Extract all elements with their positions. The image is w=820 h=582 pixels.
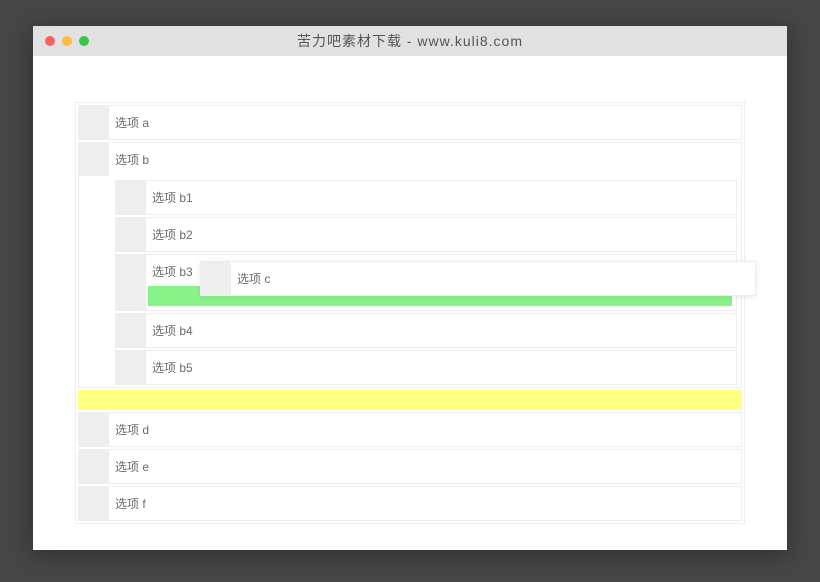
list-item-label: 选项 e xyxy=(109,450,741,483)
drag-handle-icon[interactable] xyxy=(79,106,109,139)
dragging-item[interactable]: 选项 c xyxy=(200,261,756,296)
drag-handle-icon[interactable] xyxy=(116,351,146,384)
list-item-label: 选项 b1 xyxy=(146,181,736,214)
window-controls xyxy=(45,36,89,46)
drag-handle-icon[interactable] xyxy=(201,262,231,295)
list-item-label: 选项 c xyxy=(231,262,755,295)
list-item[interactable]: 选项 b1 xyxy=(115,180,737,215)
list-item[interactable]: 选项 b4 xyxy=(115,313,737,348)
titlebar: 苦力吧素材下载 - www.kuli8.com xyxy=(33,26,787,56)
list-item[interactable]: 选项 a xyxy=(78,105,742,140)
list-item[interactable]: 选项 b5 xyxy=(115,350,737,385)
drag-handle-icon[interactable] xyxy=(79,487,109,520)
maximize-icon[interactable] xyxy=(79,36,89,46)
drag-handle-icon[interactable] xyxy=(116,255,146,310)
drag-handle-icon[interactable] xyxy=(116,181,146,214)
list-item-label: 选项 b5 xyxy=(146,351,736,384)
window-title: 苦力吧素材下载 - www.kuli8.com xyxy=(33,31,787,51)
list-item[interactable]: 选项 d xyxy=(78,412,742,447)
drag-handle-icon[interactable] xyxy=(79,450,109,483)
close-icon[interactable] xyxy=(45,36,55,46)
list-item[interactable]: 选项 e xyxy=(78,449,742,484)
list-item[interactable]: 选项 f xyxy=(78,486,742,521)
list-item-label: 选项 d xyxy=(109,413,741,446)
list-item[interactable]: 选项 b2 xyxy=(115,217,737,252)
list-item-label: 选项 a xyxy=(109,106,741,139)
list-item-label: 选项 b2 xyxy=(146,218,736,251)
drag-handle-icon[interactable] xyxy=(79,143,109,176)
list-item-label: 选项 b xyxy=(109,143,741,176)
drag-handle-icon[interactable] xyxy=(116,218,146,251)
minimize-icon[interactable] xyxy=(62,36,72,46)
list-item-label: 选项 b4 xyxy=(146,314,736,347)
sortable-list: 选项 a 选项 b 选项 b1 选项 b2 xyxy=(75,102,745,524)
list-item-label: 选项 f xyxy=(109,487,741,520)
drag-handle-icon[interactable] xyxy=(79,413,109,446)
drag-handle-icon[interactable] xyxy=(116,314,146,347)
drag-placeholder xyxy=(78,390,742,410)
